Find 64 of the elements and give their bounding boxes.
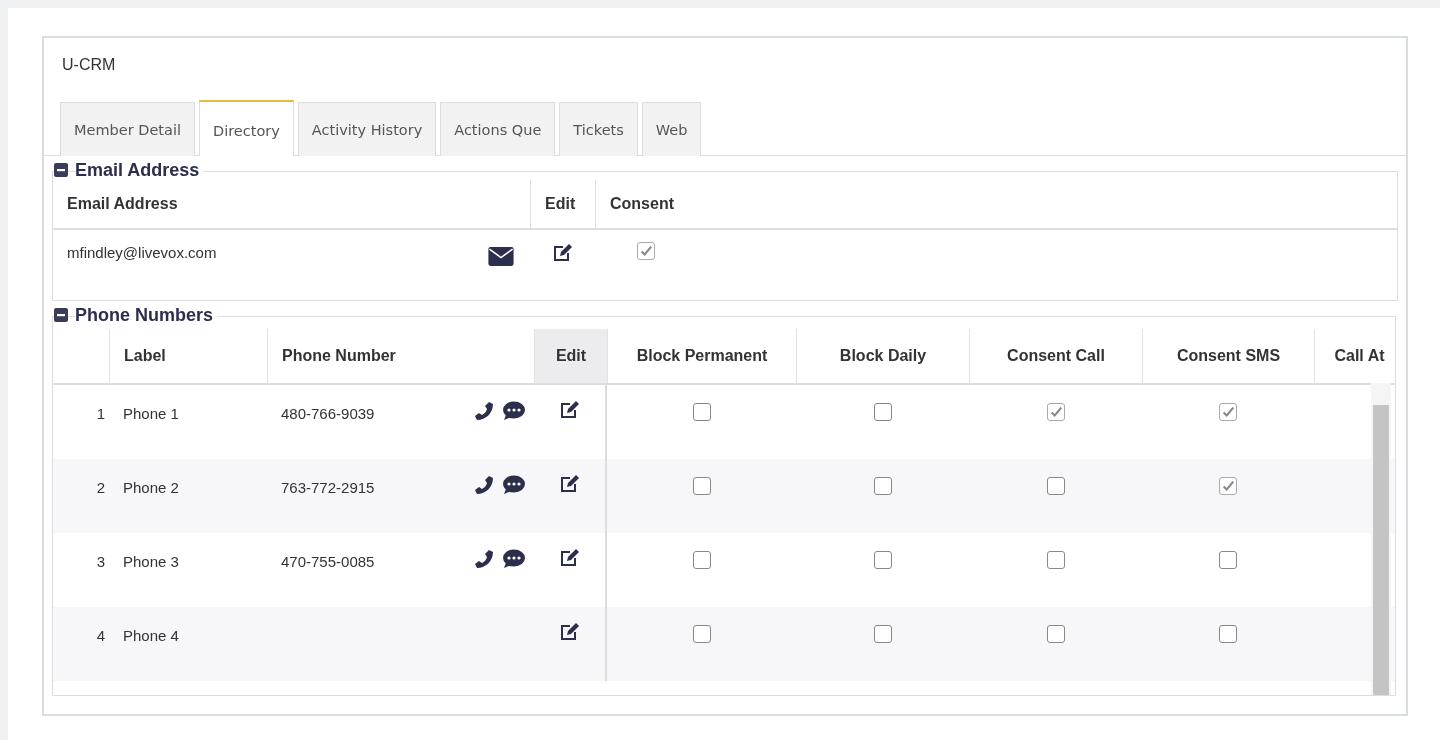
row-number: 2 <box>95 478 106 498</box>
row-number: 4 <box>95 626 106 646</box>
tab[interactable]: Directory <box>198 100 294 156</box>
phone-label: Phone 3 <box>122 552 180 572</box>
phone-number: 470-755-0085 <box>281 553 375 570</box>
email-icon[interactable] <box>488 246 514 267</box>
checkbox[interactable] <box>1219 403 1237 421</box>
collapse-icon[interactable] <box>54 163 68 177</box>
edit-icon[interactable] <box>558 621 581 641</box>
checkbox[interactable] <box>1219 477 1237 495</box>
column-header: Block Daily <box>796 329 969 383</box>
scrollbar[interactable] <box>1371 383 1391 695</box>
collapse-icon[interactable] <box>54 308 68 322</box>
checkbox[interactable] <box>1046 403 1065 421</box>
email-address: mfindley@livevox.com <box>67 244 217 261</box>
phone-number: 480-766-9039 <box>281 405 375 422</box>
tab[interactable]: Tickets <box>559 102 638 156</box>
phone-icon[interactable] <box>474 549 494 569</box>
column-header: Edit <box>530 180 595 228</box>
tab[interactable]: Web <box>641 102 702 156</box>
chat-icon[interactable] <box>502 475 526 495</box>
edit-icon[interactable] <box>558 399 581 419</box>
checkmark-icon <box>1048 405 1063 419</box>
checkbox[interactable] <box>873 403 892 421</box>
checkbox[interactable] <box>873 477 892 495</box>
checkmark-icon <box>1221 405 1235 419</box>
column-header: Edit <box>534 329 607 383</box>
column-header: Block Permanent <box>607 329 796 383</box>
column-header: Email Address <box>66 194 179 214</box>
checkmark-icon <box>1221 479 1235 493</box>
checkbox[interactable] <box>692 477 711 495</box>
phone-number: 763-772-2915 <box>281 479 375 496</box>
tab[interactable]: Member Detail <box>60 102 195 156</box>
checkbox[interactable] <box>1046 551 1065 569</box>
checkbox[interactable] <box>873 625 892 643</box>
phone-label: Phone 2 <box>122 478 180 498</box>
tab[interactable]: Activity History <box>297 102 437 156</box>
app-title: U-CRM <box>61 55 117 75</box>
row-number: 1 <box>95 404 106 424</box>
edit-icon[interactable] <box>558 473 581 493</box>
checkbox[interactable] <box>1219 625 1237 643</box>
column-header: Consent SMS <box>1142 329 1314 383</box>
checkmark-icon <box>639 244 653 258</box>
column-header: Consent <box>595 180 1397 228</box>
checkbox[interactable] <box>1046 477 1065 495</box>
column-header: Consent Call <box>969 329 1142 383</box>
chat-icon[interactable] <box>502 549 526 569</box>
column-header: Label <box>109 329 267 383</box>
checkbox[interactable] <box>692 403 711 421</box>
tab[interactable]: Actions Que <box>440 102 556 156</box>
phone-icon[interactable] <box>474 401 494 421</box>
checkbox[interactable] <box>873 551 892 569</box>
edit-icon[interactable] <box>558 547 581 567</box>
checkbox[interactable] <box>692 625 711 643</box>
phone-label: Phone 1 <box>122 404 180 424</box>
chat-icon[interactable] <box>502 401 526 421</box>
phone-icon[interactable] <box>474 475 494 495</box>
checkbox[interactable] <box>637 242 655 260</box>
checkbox[interactable] <box>692 551 711 569</box>
checkbox[interactable] <box>1219 551 1237 569</box>
row-number: 3 <box>95 552 106 572</box>
checkbox[interactable] <box>1046 625 1065 643</box>
edit-icon[interactable] <box>551 242 574 262</box>
phone-label: Phone 4 <box>122 626 180 646</box>
